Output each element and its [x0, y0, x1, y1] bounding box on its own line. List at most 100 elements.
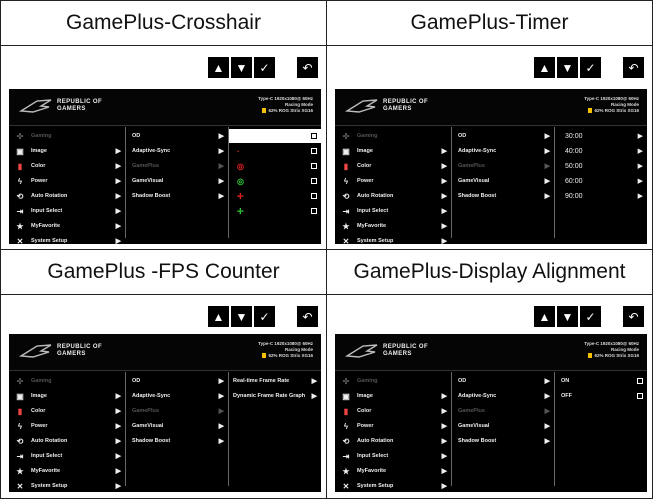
- sub-item-gameplus[interactable]: GamePlus ▶: [126, 159, 228, 173]
- color-icon: ▮: [343, 161, 349, 171]
- crosshair-option[interactable]: ✛: [229, 189, 321, 203]
- sub-item-adaptive-sync[interactable]: Adaptive-Sync ▶: [452, 144, 554, 158]
- up-button[interactable]: ▲: [534, 306, 555, 327]
- sub-item-gameplus[interactable]: GamePlus ▶: [126, 404, 228, 418]
- back-button[interactable]: ↶: [297, 57, 318, 78]
- menu-item-power[interactable]: ϟ Power ▶: [9, 419, 125, 433]
- menu-item-input-select[interactable]: ⇥ Input Select ▶: [9, 204, 125, 218]
- ok-button[interactable]: ✓: [254, 306, 275, 327]
- menu-item-gaming[interactable]: ✜ Gaming: [335, 129, 451, 143]
- star-icon: ★: [342, 466, 350, 476]
- timer-option[interactable]: 90:00 ▶: [555, 189, 647, 203]
- sub-item-shadow-boost[interactable]: Shadow Boost ▶: [452, 434, 554, 448]
- timer-option[interactable]: 60:00 ▶: [555, 174, 647, 188]
- sub-item-od[interactable]: OD ▶: [126, 129, 228, 143]
- menu-item-color[interactable]: ▮ Color ▶: [9, 404, 125, 418]
- rotation-icon: ⟲: [16, 436, 24, 446]
- back-button[interactable]: ↶: [623, 306, 644, 327]
- menu-item-image[interactable]: ▣ Image ▶: [335, 144, 451, 158]
- crosshair-dot-icon: ·: [237, 146, 240, 156]
- menu-item-gaming[interactable]: ✜ Gaming: [9, 129, 125, 143]
- sub-item-shadow-boost[interactable]: Shadow Boost ▶: [126, 434, 228, 448]
- menu-item-system-setup[interactable]: ✕ System Setup ▶: [9, 479, 125, 492]
- osd-toolbar: ▲ ▼ ✓ ↶: [208, 306, 321, 328]
- osd-header: REPUBLIC OF GAMERS Type-C 1920x1080@ 60Hz…: [9, 89, 321, 126]
- crosshair-option[interactable]: ◎: [229, 159, 321, 173]
- crosshair-option[interactable]: ·: [229, 144, 321, 158]
- fps-option-graph[interactable]: Dynamic Frame Rate Graph ▶: [229, 389, 321, 403]
- wrench-icon: ✕: [16, 236, 24, 245]
- menu-item-auto-rotation[interactable]: ⟲ Auto Rotation ▶: [9, 189, 125, 203]
- crosshair-option[interactable]: ◎: [229, 174, 321, 188]
- sub-item-gamevisual[interactable]: GameVisual ▶: [452, 174, 554, 188]
- ok-button[interactable]: ✓: [580, 57, 601, 78]
- up-button[interactable]: ▲: [534, 57, 555, 78]
- menu-item-myfavorite[interactable]: ★ MyFavorite ▶: [335, 464, 451, 478]
- menu-item-auto-rotation[interactable]: ⟲ Auto Rotation ▶: [335, 189, 451, 203]
- battery-bar-icon: [588, 108, 593, 114]
- power-icon: ϟ: [17, 421, 23, 431]
- ok-button[interactable]: ✓: [580, 306, 601, 327]
- sub-item-od[interactable]: OD ▶: [126, 374, 228, 388]
- menu-item-input-select[interactable]: ⇥ Input Select ▶: [335, 204, 451, 218]
- sub-item-od[interactable]: OD ▶: [452, 129, 554, 143]
- menu-item-myfavorite[interactable]: ★ MyFavorite ▶: [335, 219, 451, 233]
- back-button[interactable]: ↶: [623, 57, 644, 78]
- sub-item-gamevisual[interactable]: GameVisual ▶: [126, 174, 228, 188]
- sub-item-gameplus[interactable]: GamePlus ▶: [452, 159, 554, 173]
- menu-item-input-select[interactable]: ⇥ Input Select ▶: [9, 449, 125, 463]
- alignment-option-off[interactable]: OFF: [555, 389, 647, 403]
- menu-item-system-setup[interactable]: ✕ System Setup ▶: [335, 234, 451, 245]
- menu-item-power[interactable]: ϟ Power ▶: [335, 174, 451, 188]
- brand-text: REPUBLIC OF GAMERS: [383, 344, 429, 357]
- sub-item-adaptive-sync[interactable]: Adaptive-Sync ▶: [126, 389, 228, 403]
- sub-item-gamevisual[interactable]: GameVisual ▶: [126, 419, 228, 433]
- menu-item-auto-rotation[interactable]: ⟲ Auto Rotation ▶: [335, 434, 451, 448]
- timer-option[interactable]: 50:00 ▶: [555, 159, 647, 173]
- main-menu: ✜ Gaming ▣ Image ▶ ▮ Color ▶ ϟ Power ▶ ⟲ Auto Ro…: [9, 127, 126, 244]
- back-button[interactable]: ↶: [297, 306, 318, 327]
- crosshair-option[interactable]: ✛: [229, 204, 321, 218]
- menu-item-image[interactable]: ▣ Image ▶: [9, 144, 125, 158]
- up-button[interactable]: ▲: [208, 57, 229, 78]
- menu-item-system-setup[interactable]: ✕ System Setup ▶: [335, 479, 451, 492]
- sub-item-shadow-boost[interactable]: Shadow Boost ▶: [452, 189, 554, 203]
- menu-item-image[interactable]: ▣ Image ▶: [335, 389, 451, 403]
- sub-item-adaptive-sync[interactable]: Adaptive-Sync ▶: [126, 144, 228, 158]
- color-icon: ▮: [343, 406, 349, 416]
- menu-item-input-select[interactable]: ⇥ Input Select ▶: [335, 449, 451, 463]
- menu-item-color[interactable]: ▮ Color ▶: [335, 404, 451, 418]
- main-menu: ✜ Gaming ▣ Image ▶ ▮ Color ▶ ϟ Power ▶ ⟲ Auto Ro…: [335, 127, 452, 244]
- alignment-option-on[interactable]: ON: [555, 374, 647, 388]
- up-button[interactable]: ▲: [208, 306, 229, 327]
- brand-text: REPUBLIC OF GAMERS: [57, 344, 103, 357]
- crosshair-option[interactable]: [229, 129, 321, 143]
- star-icon: ★: [16, 466, 24, 476]
- sub-item-od[interactable]: OD ▶: [452, 374, 554, 388]
- sub-item-gamevisual[interactable]: GameVisual ▶: [452, 419, 554, 433]
- down-button[interactable]: ▼: [231, 306, 252, 327]
- sub-item-adaptive-sync[interactable]: Adaptive-Sync ▶: [452, 389, 554, 403]
- menu-item-gaming[interactable]: ✜ Gaming: [9, 374, 125, 388]
- sub-item-shadow-boost[interactable]: Shadow Boost ▶: [126, 189, 228, 203]
- down-button[interactable]: ▼: [557, 57, 578, 78]
- down-button[interactable]: ▼: [557, 306, 578, 327]
- fps-option-realtime[interactable]: Real-time Frame Rate ▶: [229, 374, 321, 388]
- menu-item-power[interactable]: ϟ Power ▶: [9, 174, 125, 188]
- menu-item-auto-rotation[interactable]: ⟲ Auto Rotation ▶: [9, 434, 125, 448]
- menu-item-myfavorite[interactable]: ★ MyFavorite ▶: [9, 464, 125, 478]
- gamepad-icon: ✜: [342, 376, 350, 386]
- menu-item-color[interactable]: ▮ Color ▶: [335, 159, 451, 173]
- menu-item-gaming[interactable]: ✜ Gaming: [335, 374, 451, 388]
- timer-option[interactable]: 30:00 ▶: [555, 129, 647, 143]
- menu-item-system-setup[interactable]: ✕ System Setup ▶: [9, 234, 125, 245]
- image-icon: ▣: [342, 146, 350, 156]
- menu-item-power[interactable]: ϟ Power ▶: [335, 419, 451, 433]
- menu-item-color[interactable]: ▮ Color ▶: [9, 159, 125, 173]
- menu-item-myfavorite[interactable]: ★ MyFavorite ▶: [9, 219, 125, 233]
- sub-item-gameplus[interactable]: GamePlus ▶: [452, 404, 554, 418]
- timer-option[interactable]: 40:00 ▶: [555, 144, 647, 158]
- menu-item-image[interactable]: ▣ Image ▶: [9, 389, 125, 403]
- ok-button[interactable]: ✓: [254, 57, 275, 78]
- down-button[interactable]: ▼: [231, 57, 252, 78]
